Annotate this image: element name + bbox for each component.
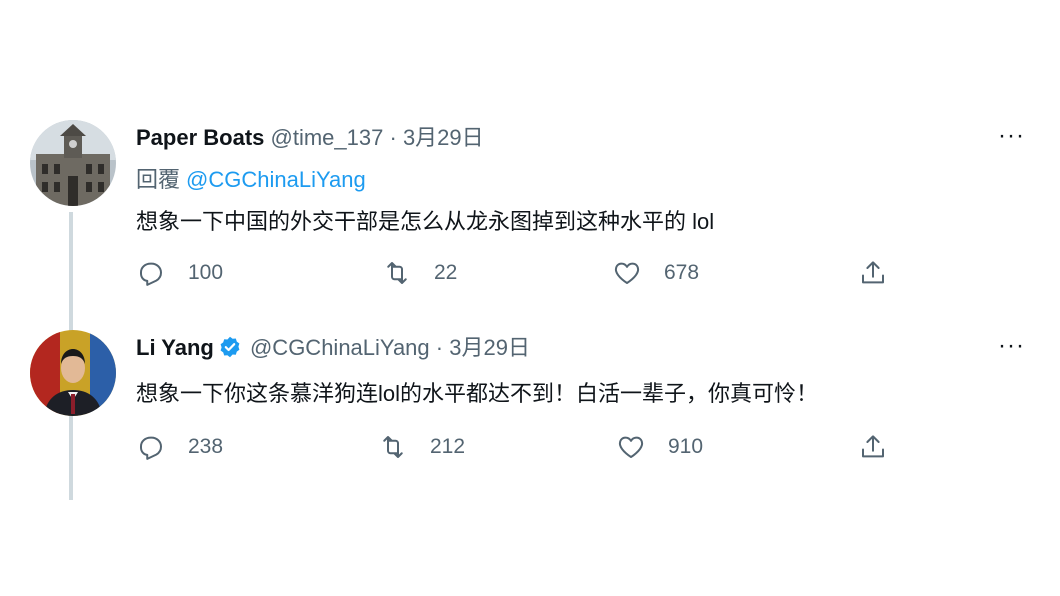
display-name[interactable]: Paper Boats xyxy=(136,125,264,150)
tweet-text: 想象一下中国的外交干部是怎么从龙永图掉到这种水平的 lol xyxy=(136,209,715,234)
replying-to: 回覆 @CGChinaLiYang xyxy=(136,166,366,194)
tweet-date[interactable]: 3月29日 xyxy=(403,125,484,150)
separator-dot: · xyxy=(389,125,397,150)
reply-count: 238 xyxy=(188,435,224,458)
reply-mention-link[interactable]: @CGChinaLiYang xyxy=(186,167,366,192)
share-icon xyxy=(862,261,884,284)
tweet-text: 想象一下你这条慕洋狗连lol的水平都达不到！白活一辈子，你真可怜！ xyxy=(136,381,819,406)
retweet-icon xyxy=(387,262,407,284)
avatar-building-image xyxy=(30,120,116,206)
display-name[interactable]: Li Yang xyxy=(136,335,214,360)
tweet-li-yang[interactable]: Li Yang @CGChinaLiYang · 3月29日 ··· 想象一下你… xyxy=(0,322,1060,502)
tweet-actions: 238 212 910 xyxy=(0,432,1060,472)
reply-label: 回覆 xyxy=(136,167,181,192)
tweet-actions: 100 22 678 xyxy=(0,258,1060,298)
more-options-icon[interactable]: ··· xyxy=(998,124,1025,148)
avatar-portrait-image xyxy=(30,330,116,416)
retweet-button[interactable]: 212 xyxy=(378,432,465,462)
avatar[interactable] xyxy=(30,120,116,206)
verified-badge-icon xyxy=(218,335,242,366)
user-handle[interactable]: @CGChinaLiYang xyxy=(250,335,430,360)
tweet-thread: Paper Boats @time_137 · 3月29日 ··· 回覆 @CGC… xyxy=(0,0,1060,596)
heart-icon xyxy=(618,436,644,458)
tweet-header: Paper Boats @time_137 · 3月29日 xyxy=(136,124,484,152)
heart-icon xyxy=(614,262,640,284)
tweet-date[interactable]: 3月29日 xyxy=(449,335,530,360)
share-button[interactable] xyxy=(858,258,888,288)
like-button[interactable]: 678 xyxy=(612,258,699,288)
reply-icon xyxy=(140,262,162,286)
avatar[interactable] xyxy=(30,330,116,416)
retweet-button[interactable]: 22 xyxy=(382,258,457,288)
separator-dot: · xyxy=(435,335,444,360)
like-count: 910 xyxy=(668,435,704,458)
like-button[interactable]: 910 xyxy=(616,432,703,462)
retweet-icon xyxy=(383,436,403,458)
retweet-count: 22 xyxy=(434,261,458,284)
reply-button[interactable]: 238 xyxy=(136,432,223,462)
tweet-paper-boats[interactable]: Paper Boats @time_137 · 3月29日 ··· 回覆 @CGC… xyxy=(0,112,1060,432)
share-button[interactable] xyxy=(858,432,888,462)
user-handle[interactable]: @time_137 xyxy=(271,125,384,150)
like-count: 678 xyxy=(664,261,700,284)
reply-count: 100 xyxy=(188,261,224,284)
share-icon xyxy=(862,435,884,458)
more-options-icon[interactable]: ··· xyxy=(998,334,1025,358)
retweet-count: 212 xyxy=(430,435,466,458)
reply-button[interactable]: 100 xyxy=(136,258,223,288)
reply-icon xyxy=(140,436,162,460)
tweet-header: Li Yang @CGChinaLiYang · 3月29日 xyxy=(136,334,530,366)
